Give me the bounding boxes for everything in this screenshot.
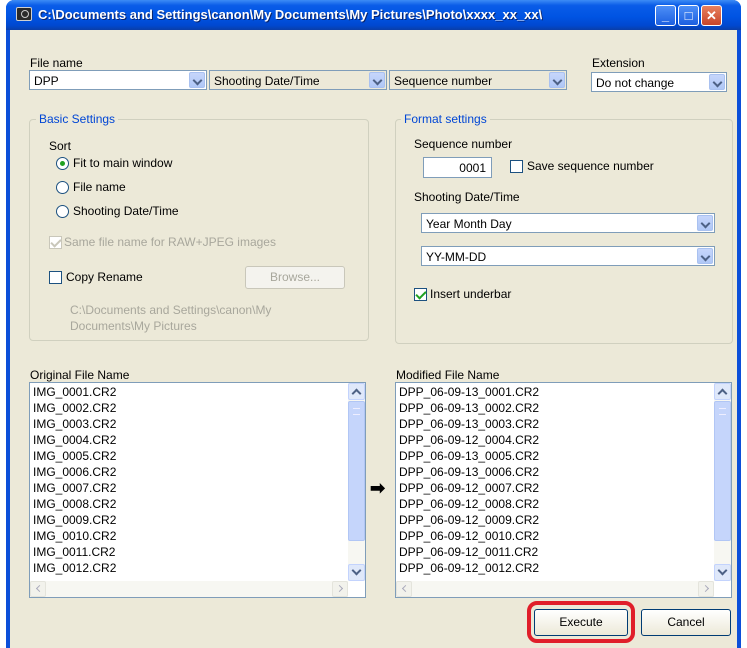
modified-file-list[interactable]: DPP_06-09-13_0001.CR2 DPP_06-09-13_0002.… <box>395 382 732 598</box>
maximize-icon: □ <box>684 8 693 23</box>
chevron-down-icon[interactable] <box>189 72 205 88</box>
maximize-button[interactable]: □ <box>678 5 699 26</box>
scroll-left-icon[interactable] <box>396 581 412 597</box>
chevron-down-icon[interactable] <box>709 74 725 90</box>
scroll-thumb[interactable] <box>714 401 731 541</box>
close-button[interactable]: ✕ <box>701 5 722 26</box>
scroll-left-icon[interactable] <box>30 581 46 597</box>
list-item[interactable]: DPP_06-09-13_0006.CR2 <box>399 464 539 480</box>
sort-date-radio[interactable] <box>56 205 69 218</box>
list-item[interactable]: DPP_06-09-13_0001.CR2 <box>399 384 539 400</box>
scroll-thumb[interactable] <box>348 401 365 541</box>
insert-underbar-checkbox[interactable] <box>414 288 427 301</box>
file-name-suffix-select[interactable]: Sequence number <box>389 70 567 90</box>
list-item[interactable]: IMG_0008.CR2 <box>33 496 116 512</box>
basic-settings-title: Basic Settings <box>36 112 119 126</box>
scroll-down-icon[interactable] <box>714 564 731 581</box>
browse-button[interactable]: Browse... <box>245 266 345 289</box>
file-name-prefix-value: DPP <box>34 74 59 88</box>
format-settings-title: Format settings <box>401 112 490 126</box>
file-name-suffix-value: Sequence number <box>394 74 493 88</box>
file-name-middle-value: Shooting Date/Time <box>214 74 320 88</box>
sort-date-label: Shooting Date/Time <box>73 204 179 218</box>
sort-fit-label: Fit to main window <box>73 156 173 170</box>
date-order-select[interactable]: Year Month Day <box>421 213 715 233</box>
sequence-number-input[interactable]: 0001 <box>423 157 492 178</box>
list-item[interactable]: IMG_0010.CR2 <box>33 528 116 544</box>
sort-fit-radio[interactable] <box>56 157 69 170</box>
minimize-button[interactable]: _ <box>655 5 676 26</box>
execute-button[interactable]: Execute <box>534 609 628 636</box>
shooting-datetime-label: Shooting Date/Time <box>414 190 520 204</box>
extension-value: Do not change <box>596 76 675 90</box>
scroll-down-icon[interactable] <box>348 564 365 581</box>
extension-label: Extension <box>592 56 645 70</box>
minimize-icon: _ <box>661 8 670 23</box>
scroll-up-icon[interactable] <box>348 383 365 400</box>
insert-underbar-label: Insert underbar <box>430 287 512 301</box>
chevron-down-icon[interactable] <box>549 72 565 88</box>
window-title: C:\Documents and Settings\canon\My Docum… <box>38 7 543 22</box>
sequence-number-label: Sequence number <box>414 137 513 151</box>
camera-icon <box>16 7 32 21</box>
chevron-down-icon[interactable] <box>697 248 713 264</box>
arrow-right-icon: ➡ <box>370 478 386 498</box>
list-item[interactable]: DPP_06-09-12_0010.CR2 <box>399 528 539 544</box>
sort-file-name-label: File name <box>73 180 126 194</box>
chevron-down-icon[interactable] <box>369 72 385 88</box>
list-item[interactable]: DPP_06-09-12_0012.CR2 <box>399 560 539 576</box>
list-item[interactable]: DPP_06-09-13_0002.CR2 <box>399 400 539 416</box>
chevron-down-icon[interactable] <box>697 215 713 231</box>
file-name-prefix-select[interactable]: DPP <box>29 70 207 90</box>
list-item[interactable]: IMG_0004.CR2 <box>33 432 116 448</box>
list-item[interactable]: IMG_0012.CR2 <box>33 560 116 576</box>
list-item[interactable]: DPP_06-09-12_0007.CR2 <box>399 480 539 496</box>
vertical-scrollbar[interactable] <box>348 383 365 581</box>
sort-label: Sort <box>49 139 72 153</box>
date-format-value: YY-MM-DD <box>426 250 487 264</box>
list-item[interactable]: IMG_0007.CR2 <box>33 480 116 496</box>
list-item[interactable]: DPP_06-09-12_0009.CR2 <box>399 512 539 528</box>
copy-rename-checkbox[interactable] <box>49 271 62 284</box>
list-item[interactable]: IMG_0003.CR2 <box>33 416 116 432</box>
list-item[interactable]: DPP_06-09-12_0011.CR2 <box>399 544 538 560</box>
list-item[interactable]: IMG_0006.CR2 <box>33 464 116 480</box>
list-item[interactable]: IMG_0001.CR2 <box>33 384 116 400</box>
horizontal-scrollbar[interactable] <box>30 581 348 597</box>
list-item[interactable]: IMG_0002.CR2 <box>33 400 116 416</box>
date-order-value: Year Month Day <box>426 217 512 231</box>
scroll-right-icon[interactable] <box>332 581 348 597</box>
destination-path: C:\Documents and Settings\canon\My Docum… <box>70 303 272 333</box>
list-item[interactable]: DPP_06-09-13_0005.CR2 <box>399 448 539 464</box>
vertical-scrollbar[interactable] <box>714 383 731 581</box>
cancel-button[interactable]: Cancel <box>641 609 731 636</box>
modified-file-name-label: Modified File Name <box>396 368 500 382</box>
scroll-up-icon[interactable] <box>714 383 731 400</box>
list-item[interactable]: IMG_0011.CR2 <box>33 544 115 560</box>
same-name-checkbox[interactable] <box>49 236 62 249</box>
sort-file-name-radio[interactable] <box>56 181 69 194</box>
list-item[interactable]: DPP_06-09-13_0003.CR2 <box>399 416 539 432</box>
extension-select[interactable]: Do not change <box>591 72 727 92</box>
original-file-list[interactable]: IMG_0001.CR2 IMG_0002.CR2 IMG_0003.CR2 I… <box>29 382 366 598</box>
save-sequence-label: Save sequence number <box>527 159 654 173</box>
same-name-label: Same file name for RAW+JPEG images <box>64 235 276 249</box>
horizontal-scrollbar[interactable] <box>396 581 714 597</box>
date-format-select[interactable]: YY-MM-DD <box>421 246 715 266</box>
save-sequence-checkbox[interactable] <box>510 160 523 173</box>
original-file-name-label: Original File Name <box>30 368 130 382</box>
list-item[interactable]: DPP_06-09-12_0004.CR2 <box>399 432 539 448</box>
file-name-middle-select[interactable]: Shooting Date/Time <box>209 70 387 90</box>
list-item[interactable]: IMG_0005.CR2 <box>33 448 116 464</box>
file-name-label: File name <box>30 56 83 70</box>
close-icon: ✕ <box>706 8 717 23</box>
list-item[interactable]: DPP_06-09-12_0008.CR2 <box>399 496 539 512</box>
copy-rename-label: Copy Rename <box>66 270 143 284</box>
list-item[interactable]: IMG_0009.CR2 <box>33 512 116 528</box>
scroll-right-icon[interactable] <box>698 581 714 597</box>
